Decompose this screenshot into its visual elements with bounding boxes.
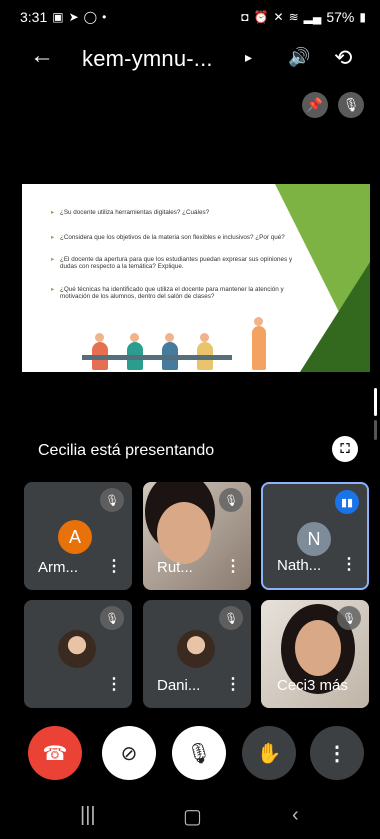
gallery-icon: ▣ xyxy=(52,10,64,24)
alarm-icon: ⏰ xyxy=(253,10,269,24)
presenter-label: Cecilia está presentando xyxy=(38,442,215,459)
avatar: N xyxy=(297,522,331,556)
avatar xyxy=(58,630,96,668)
mic-off-icon: 🎙 xyxy=(337,606,361,630)
avatar: A xyxy=(58,520,92,554)
raise-hand-button[interactable]: ✋ xyxy=(242,726,296,780)
battery-level: 57% xyxy=(326,9,355,25)
raise-hand-icon: ✋ xyxy=(256,742,282,765)
status-time: 3:31 xyxy=(20,9,48,25)
dot-icon: • xyxy=(102,10,107,24)
mic-off-icon: 🎙 xyxy=(219,606,243,630)
speaking-icon: ▮▮ xyxy=(335,490,359,514)
participant-tile[interactable]: 🎙 A Arm... ⋮ xyxy=(24,482,132,590)
mic-off-icon: 🎙 xyxy=(338,92,364,118)
call-controls: ☎ ⊘ 🎙 ✋ ⋮ xyxy=(0,726,380,786)
participant-tile[interactable]: 🎙 Rut... ⋮ xyxy=(143,482,251,590)
speaker-icon[interactable]: 🔊 xyxy=(288,47,310,68)
avatar xyxy=(177,630,215,668)
participant-name: Nath... xyxy=(277,557,322,574)
more-vert-icon: ⋮ xyxy=(327,742,347,765)
home-icon[interactable]: ▢ xyxy=(183,804,202,829)
slide-question: ¿Su docente utiliza herramientas digital… xyxy=(51,209,300,216)
meeting-header: ← kem-ymnu-... ▸ 🔊 ⟲ xyxy=(0,34,380,84)
battery-icon: ▮ xyxy=(359,10,366,24)
status-bar: 3:31 ▣ ➤ ◯ • ◘ ⏰ ✕ ≋ ▂▄ 57% ▮ xyxy=(0,0,380,34)
fullscreen-icon[interactable]: ⛶ xyxy=(332,436,358,462)
switch-camera-icon[interactable]: ⟲ xyxy=(334,45,352,71)
chevron-right-icon[interactable]: ▸ xyxy=(245,49,252,66)
recent-apps-icon[interactable]: ||| xyxy=(80,804,96,827)
participant-tile[interactable]: 🎙 Ceci 3 más xyxy=(261,600,369,708)
slide-question: ¿Considera que los objetivos de la mater… xyxy=(51,234,300,241)
end-call-button[interactable]: ☎ xyxy=(28,726,82,780)
mic-off-icon: 🎙 xyxy=(100,488,124,512)
mic-off-icon: 🎙 xyxy=(186,742,212,765)
mic-off-icon: 🎙 xyxy=(100,606,124,630)
participant-name: Arm... xyxy=(38,559,78,576)
pin-icon[interactable]: 📌 xyxy=(302,92,328,118)
participant-name: Rut... xyxy=(157,559,193,576)
more-vert-icon[interactable]: ⋮ xyxy=(106,674,122,694)
mic-toggle-button[interactable]: 🎙 xyxy=(172,726,226,780)
slide-illustration xyxy=(82,317,272,370)
overflow-count[interactable]: 3 más xyxy=(307,677,348,694)
mute-icon: ✕ xyxy=(273,10,284,24)
back-icon[interactable]: ‹ xyxy=(292,804,299,827)
more-vert-icon[interactable]: ⋮ xyxy=(225,556,241,576)
mic-off-icon: 🎙 xyxy=(219,488,243,512)
participant-tile[interactable]: ▮▮ N Nath... ⋮ xyxy=(261,482,369,590)
more-vert-icon[interactable]: ⋮ xyxy=(106,556,122,576)
whatsapp-icon: ◯ xyxy=(83,10,98,24)
signal-icon: ▂▄ xyxy=(303,10,322,24)
arrow-back-icon[interactable]: ← xyxy=(30,42,54,70)
location-icon: ➤ xyxy=(68,10,79,24)
camera-off-icon: ⊘ xyxy=(120,742,138,765)
more-vert-icon[interactable]: ⋮ xyxy=(341,554,357,574)
shared-slide: ¿Su docente utiliza herramientas digital… xyxy=(22,184,370,372)
scrollbar[interactable] xyxy=(374,388,377,416)
more-options-button[interactable]: ⋮ xyxy=(310,726,364,780)
system-nav-bar: ||| ▢ ‹ xyxy=(0,790,380,839)
participant-tile[interactable]: 🎙 ⋮ xyxy=(24,600,132,708)
meeting-title[interactable]: kem-ymnu-... xyxy=(82,46,213,72)
presentation-tile[interactable]: 📌 🎙 ¿Su docente utiliza herramientas dig… xyxy=(22,88,370,472)
wifi-icon: ≋ xyxy=(288,10,299,24)
more-vert-icon[interactable]: ⋮ xyxy=(225,674,241,694)
participant-name: Dani... xyxy=(157,677,201,694)
camera-toggle-button[interactable]: ⊘ xyxy=(102,726,156,780)
participant-name: Ceci xyxy=(277,677,308,694)
lock-icon: ◘ xyxy=(241,10,249,24)
slide-question: ¿Qué técnicas ha identificado que utiliz… xyxy=(51,286,300,300)
end-call-icon: ☎ xyxy=(42,742,68,765)
slide-question: ¿El docente da apertura para que los est… xyxy=(51,256,300,270)
participant-tile[interactable]: 🎙 Dani... ⋮ xyxy=(143,600,251,708)
